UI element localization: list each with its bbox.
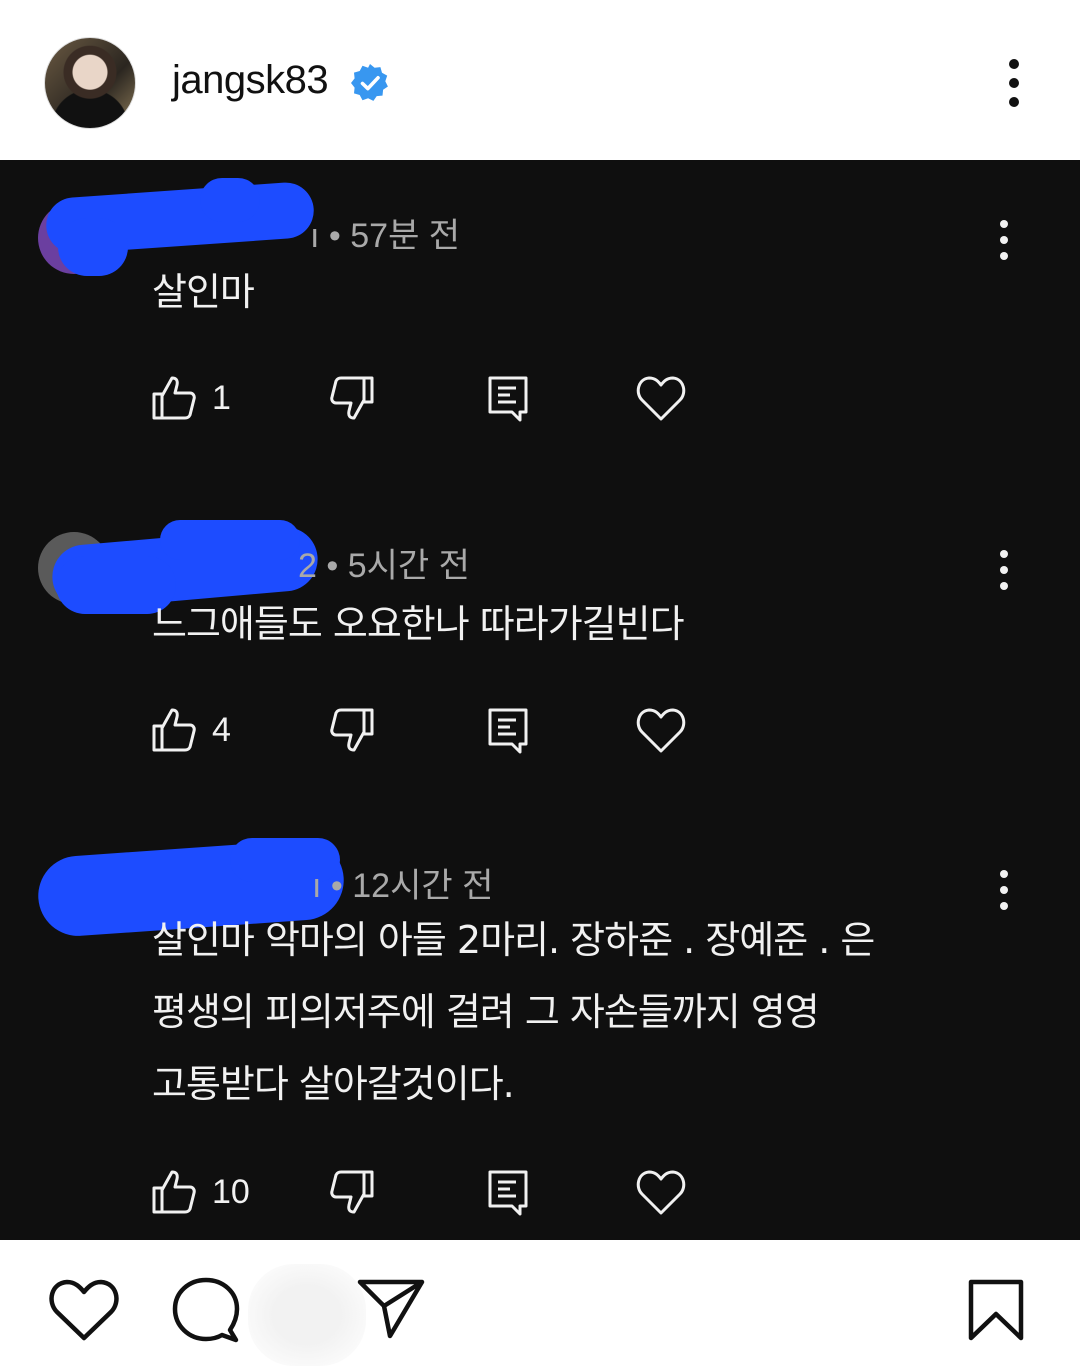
comment-author-suffix: ı [310, 217, 320, 255]
comment-text-line: 평생의 피의저주에 걸려 그 자손들까지 영영 [152, 990, 820, 1034]
heart-action[interactable] [636, 368, 686, 428]
reply-action[interactable] [486, 368, 530, 428]
heart-icon [636, 376, 686, 421]
like-count: 10 [212, 1172, 250, 1211]
like-action[interactable]: 4 [150, 700, 231, 760]
dislike-action[interactable] [328, 1162, 376, 1222]
comment-more-icon[interactable] [988, 216, 1020, 264]
comment-time: • 5시간 전 [326, 547, 470, 585]
reply-action[interactable] [486, 700, 530, 760]
share-icon[interactable] [356, 1278, 426, 1340]
comment-author-suffix: ı [312, 867, 322, 905]
thumbs-up-icon [152, 1170, 196, 1214]
comments-screenshot: ı • 57분 전 살인마 1 2 • 5시간 전 느그애들도 오요한나 따라가… [0, 160, 1080, 1240]
like-action[interactable]: 1 [150, 368, 231, 428]
reply-action[interactable] [486, 1162, 530, 1222]
like-action[interactable]: 10 [150, 1162, 250, 1222]
comment-time: • 57분 전 [328, 217, 461, 255]
comment-meta: 2 • 5시간 전 [298, 538, 470, 587]
profile-avatar[interactable] [44, 37, 136, 129]
comment-text-line: 살인마 악마의 아들 2마리. 장하준 . 장예준 . 은 [152, 918, 875, 962]
redaction-mark [58, 218, 128, 276]
comment-author-suffix: 2 [298, 547, 317, 585]
bookmark-icon[interactable] [966, 1278, 1026, 1342]
comment-meta: ı • 12시간 전 [312, 858, 493, 907]
comment-more-icon[interactable] [988, 546, 1020, 594]
verified-badge-icon [351, 64, 388, 101]
reply-icon [488, 1170, 528, 1216]
like-count: 4 [212, 710, 231, 749]
comment-more-icon[interactable] [988, 866, 1020, 914]
reply-icon [488, 708, 528, 754]
comment-actions: 10 [0, 1162, 1080, 1222]
thumbs-up-icon [152, 708, 196, 752]
heart-icon [636, 1170, 686, 1215]
post-action-bar [0, 1240, 1080, 1366]
like-count: 1 [212, 378, 231, 417]
reply-icon [488, 376, 528, 422]
more-options-icon[interactable] [996, 55, 1032, 111]
comment-icon[interactable] [170, 1276, 242, 1344]
comment-text-line: 고통받다 살아갈것이다. [152, 1062, 515, 1106]
comment-actions: 1 [0, 368, 1080, 428]
comment-text: 살인마 [152, 270, 255, 314]
thumbs-down-icon [330, 1170, 374, 1214]
comment-meta: ı • 57분 전 [310, 208, 460, 257]
dislike-action[interactable] [328, 700, 376, 760]
post-username[interactable]: jangsk83 [172, 58, 329, 103]
blurred-area [248, 1264, 366, 1366]
post-header: jangsk83 [0, 0, 1080, 160]
redaction-mark [160, 520, 300, 560]
heart-action[interactable] [636, 700, 686, 760]
dislike-action[interactable] [328, 368, 376, 428]
thumbs-up-icon [152, 376, 196, 420]
comment-text: 살인마 악마의 아들 2마리. 장하준 . 장예준 . 은 평생의 피의저주에 … [152, 904, 972, 1120]
heart-action[interactable] [636, 1162, 686, 1222]
like-post-heart-icon[interactable] [48, 1278, 120, 1342]
heart-icon [636, 708, 686, 753]
thumbs-down-icon [330, 708, 374, 752]
comment-text: 느그애들도 오요한나 따라가길빈다 [152, 602, 685, 646]
comment-time: • 12시간 전 [330, 867, 494, 905]
thumbs-down-icon [330, 376, 374, 420]
comment-actions: 4 [0, 700, 1080, 760]
redaction-mark [200, 178, 260, 222]
